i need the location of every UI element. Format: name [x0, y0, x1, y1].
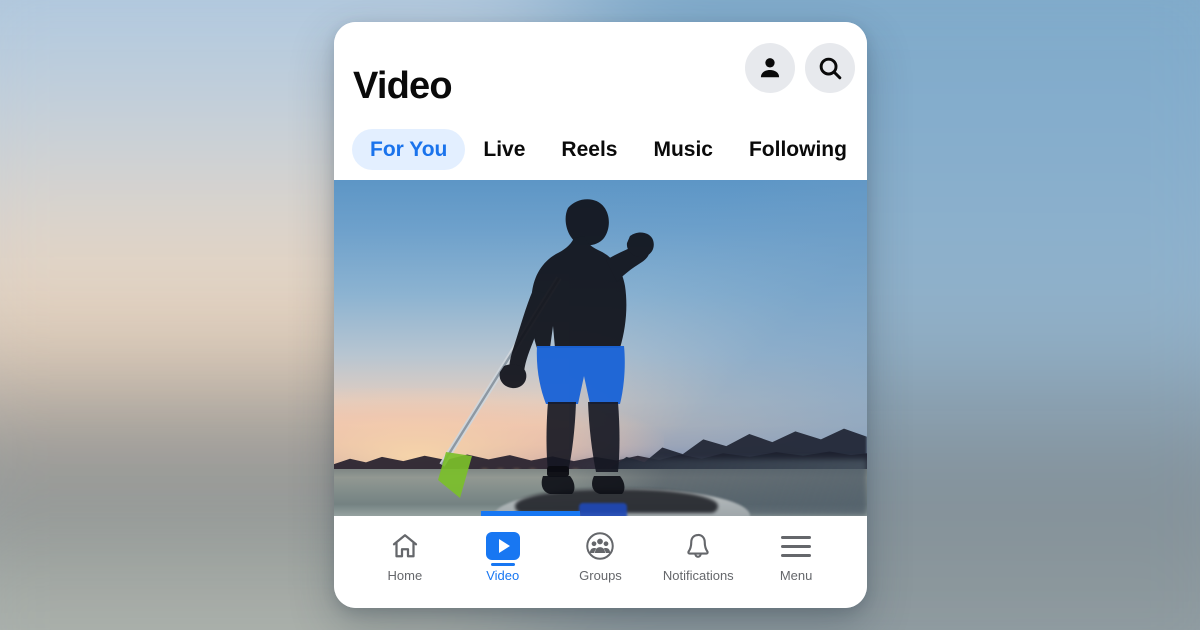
- profile-icon: [757, 55, 783, 81]
- header-actions: [745, 43, 855, 93]
- nav-label-menu: Menu: [779, 568, 813, 583]
- nav-item-home[interactable]: Home: [356, 530, 454, 582]
- nav-item-menu[interactable]: Menu: [747, 530, 845, 582]
- nav-label-video: Video: [486, 568, 520, 583]
- app-header: Video For You Live Reels Music Following: [334, 22, 867, 180]
- paddler-silhouette: [334, 180, 867, 516]
- tab-reels[interactable]: Reels: [543, 129, 635, 170]
- tab-music[interactable]: Music: [635, 129, 731, 170]
- nav-label-groups: Groups: [579, 568, 622, 583]
- groups-icon: [585, 530, 615, 562]
- tab-following[interactable]: Following: [731, 129, 865, 170]
- page-title: Video: [353, 65, 453, 107]
- profile-button[interactable]: [745, 43, 795, 93]
- nav-item-video[interactable]: Video: [454, 530, 552, 582]
- nav-label-notifications: Notifications: [662, 568, 734, 583]
- video-player[interactable]: [334, 180, 867, 516]
- search-icon: [817, 55, 844, 82]
- home-icon: [390, 530, 420, 562]
- video-icon: [485, 530, 520, 562]
- bell-icon: [683, 530, 713, 562]
- nav-item-groups[interactable]: Groups: [552, 530, 650, 582]
- bottom-navigation: Home Video Groups Notifications Menu: [334, 516, 867, 608]
- category-tabs: For You Live Reels Music Following: [352, 129, 865, 170]
- tab-live[interactable]: Live: [465, 129, 543, 170]
- video-tab-indicator: [481, 511, 580, 516]
- video-card: Video For You Live Reels Music Following…: [334, 22, 867, 608]
- tab-for-you[interactable]: For You: [352, 129, 466, 170]
- nav-item-notifications[interactable]: Notifications: [649, 530, 747, 582]
- nav-label-home: Home: [387, 568, 423, 583]
- search-button[interactable]: [805, 43, 855, 93]
- hamburger-icon: [781, 530, 812, 562]
